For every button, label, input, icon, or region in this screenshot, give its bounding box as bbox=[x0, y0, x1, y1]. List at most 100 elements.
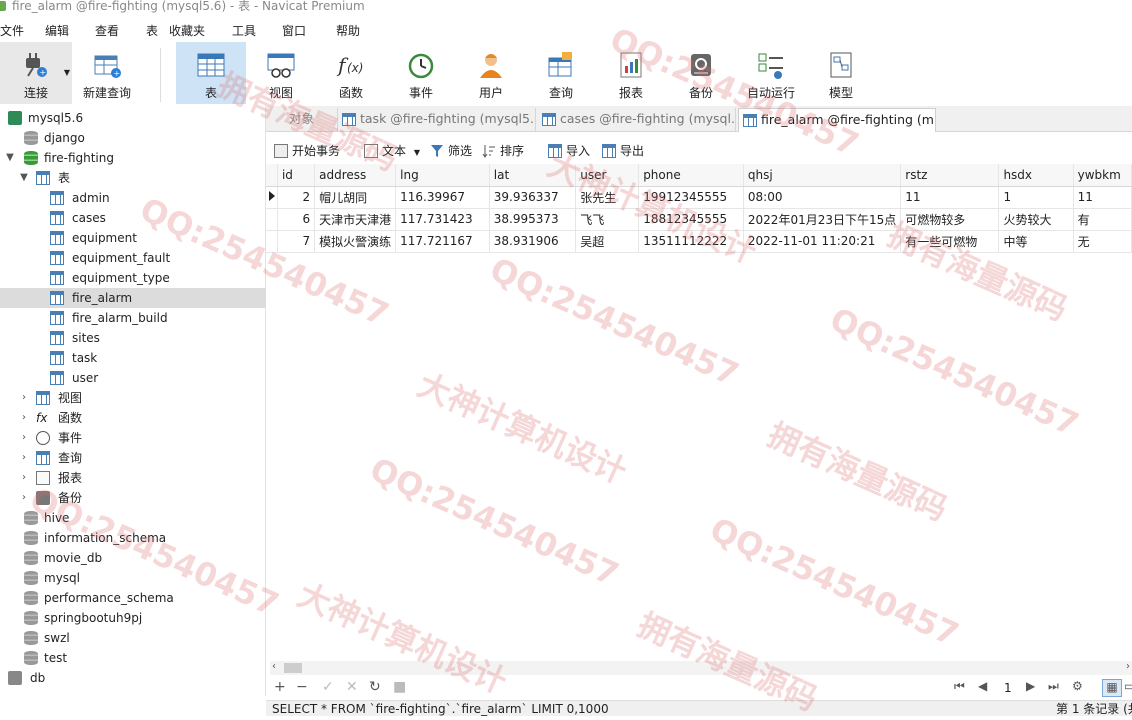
table-cell[interactable]: 有 bbox=[1073, 208, 1132, 231]
sort-button[interactable]: 排序 bbox=[480, 141, 524, 161]
tree-group-functions[interactable]: › fx 函数 bbox=[0, 408, 266, 428]
scroll-right-icon[interactable]: › bbox=[1126, 661, 1130, 672]
tree-table-item[interactable]: equipment_type bbox=[0, 268, 266, 288]
tree-table-item[interactable]: fire_alarm_build bbox=[0, 308, 266, 328]
tab-objects[interactable]: 对象 bbox=[266, 108, 338, 132]
table-row[interactable]: 7 模拟火警演练 117.721167 38.931906 吴超 1351111… bbox=[266, 230, 1132, 253]
table-cell[interactable]: 2022-11-01 11:20:21 bbox=[743, 230, 902, 253]
table-cell[interactable]: 天津市天津港 bbox=[314, 208, 397, 231]
chevron-right-icon[interactable]: › bbox=[18, 468, 30, 488]
tree-db-item[interactable]: mysql bbox=[0, 568, 266, 588]
table-cell[interactable]: 18812345555 bbox=[638, 208, 744, 231]
chevron-down-icon[interactable]: ▼ bbox=[18, 168, 30, 188]
table-cell[interactable]: 116.39967 bbox=[395, 186, 490, 209]
user-button[interactable]: 用户 bbox=[456, 42, 526, 104]
column-header[interactable]: ywbkm bbox=[1073, 164, 1132, 187]
scroll-left-icon[interactable]: ‹ bbox=[272, 661, 276, 672]
filter-button[interactable]: 筛选 bbox=[428, 141, 472, 161]
tree-group-reports[interactable]: › 报表 bbox=[0, 468, 266, 488]
column-header[interactable]: qhsj bbox=[743, 164, 902, 187]
table-cell[interactable]: 39.936337 bbox=[489, 186, 577, 209]
tree-db-item[interactable]: hive bbox=[0, 508, 266, 528]
form-view-icon[interactable]: ▭ bbox=[1124, 679, 1132, 693]
horizontal-scrollbar[interactable]: ‹ › bbox=[270, 661, 1132, 675]
scrollbar-thumb[interactable] bbox=[284, 663, 302, 673]
auto-run-button[interactable]: 自动运行 bbox=[736, 42, 806, 104]
tree-group-tables[interactable]: ▼ 表 bbox=[0, 168, 266, 188]
table-cell[interactable]: 中等 bbox=[998, 230, 1074, 253]
tree-db-django[interactable]: django bbox=[0, 128, 266, 148]
tree-table-item[interactable]: equipment_fault bbox=[0, 248, 266, 268]
table-cell[interactable]: 无 bbox=[1073, 230, 1132, 253]
chevron-down-icon[interactable]: ▼ bbox=[4, 148, 16, 168]
report-button[interactable]: 报表 bbox=[596, 42, 666, 104]
chevron-right-icon[interactable]: › bbox=[18, 428, 30, 448]
stop-icon[interactable]: ■ bbox=[393, 679, 406, 695]
table-cell[interactable]: 38.995373 bbox=[489, 208, 577, 231]
chevron-right-icon[interactable]: › bbox=[18, 408, 30, 428]
chevron-right-icon[interactable]: › bbox=[18, 448, 30, 468]
tree-table-item[interactable]: cases bbox=[0, 208, 266, 228]
new-query-button[interactable]: + 新建查询 bbox=[72, 42, 142, 104]
menu-view[interactable]: 查看 bbox=[95, 22, 119, 39]
table-cell[interactable]: 帽儿胡同 bbox=[314, 186, 397, 209]
column-header[interactable]: hsdx bbox=[998, 164, 1074, 187]
table-cell[interactable]: 117.721167 bbox=[395, 230, 490, 253]
table-cell[interactable]: 2 bbox=[277, 186, 316, 209]
function-button[interactable]: f (x) 函数 bbox=[316, 42, 386, 104]
add-record-icon[interactable]: + bbox=[274, 679, 286, 695]
tree-table-item-selected[interactable]: fire_alarm bbox=[0, 288, 266, 308]
table-cell[interactable]: 11 bbox=[900, 186, 1000, 209]
table-row[interactable]: 2 帽儿胡同 116.39967 39.936337 张先生 199123455… bbox=[266, 186, 1132, 209]
table-row[interactable]: 6 天津市天津港 117.731423 38.995373 飞飞 1881234… bbox=[266, 208, 1132, 231]
dropdown-arrow-icon[interactable]: ▼ bbox=[64, 68, 70, 77]
table-cell[interactable]: 08:00 bbox=[743, 186, 902, 209]
menu-file[interactable]: 文件 bbox=[0, 22, 24, 39]
menu-table[interactable]: 表 bbox=[146, 22, 158, 39]
backup-button[interactable]: 备份 bbox=[666, 42, 736, 104]
column-header[interactable]: phone bbox=[638, 164, 744, 187]
tree-db-item[interactable]: movie_db bbox=[0, 548, 266, 568]
next-page-icon[interactable]: ▶ bbox=[1026, 679, 1035, 693]
connect-button[interactable]: + 连接 ▼ bbox=[0, 42, 72, 104]
column-header[interactable]: id bbox=[277, 164, 316, 187]
first-page-icon[interactable]: ⏮ bbox=[954, 679, 965, 694]
view-button[interactable]: 视图 bbox=[246, 42, 316, 104]
table-cell[interactable]: 13511112222 bbox=[638, 230, 744, 253]
menu-tools[interactable]: 工具 bbox=[232, 22, 256, 39]
tree-group-backups[interactable]: › 备份 bbox=[0, 488, 266, 508]
page-number[interactable]: 1 bbox=[1004, 681, 1012, 695]
tree-db-item[interactable]: swzl bbox=[0, 628, 266, 648]
tree-table-item[interactable]: user bbox=[0, 368, 266, 388]
tree-table-item[interactable]: task bbox=[0, 348, 266, 368]
tree-group-queries[interactable]: › 查询 bbox=[0, 448, 266, 468]
apply-icon[interactable]: ✓ bbox=[322, 679, 334, 695]
tree-connection[interactable]: mysql5.6 bbox=[0, 108, 266, 128]
tree-group-views[interactable]: › 视图 bbox=[0, 388, 266, 408]
tree-table-item[interactable]: admin bbox=[0, 188, 266, 208]
event-button[interactable]: 事件 bbox=[386, 42, 456, 104]
table-cell[interactable]: 6 bbox=[277, 208, 316, 231]
grid-view-icon[interactable]: ▦ bbox=[1102, 679, 1122, 697]
table-cell[interactable]: 19912345555 bbox=[638, 186, 744, 209]
table-cell[interactable]: 火势较大 bbox=[998, 208, 1074, 231]
tree-db-item[interactable]: springbootuh9pj bbox=[0, 608, 266, 628]
table-cell[interactable]: 模拟火警演练 bbox=[314, 230, 397, 253]
table-cell[interactable]: 吴超 bbox=[575, 230, 640, 253]
tab-fire-alarm[interactable]: fire_alarm @fire-fighting (m... bbox=[738, 108, 936, 132]
column-header[interactable]: address bbox=[314, 164, 397, 187]
tree-db-item[interactable]: information_schema bbox=[0, 528, 266, 548]
tree-connection-other[interactable]: db bbox=[0, 668, 266, 688]
table-cell[interactable]: 1 bbox=[998, 186, 1074, 209]
table-cell[interactable]: 飞飞 bbox=[575, 208, 640, 231]
tree-table-item[interactable]: equipment bbox=[0, 228, 266, 248]
model-button[interactable]: 模型 bbox=[806, 42, 876, 104]
table-cell[interactable]: 有一些可燃物 bbox=[900, 230, 1000, 253]
menu-help[interactable]: 帮助 bbox=[336, 22, 360, 39]
import-button[interactable]: 导入 bbox=[546, 141, 590, 161]
column-header[interactable]: rstz bbox=[900, 164, 1000, 187]
column-header[interactable]: lat bbox=[489, 164, 577, 187]
tab-task[interactable]: task @fire-fighting (mysql5.... bbox=[338, 108, 536, 132]
previous-page-icon[interactable]: ◀ bbox=[978, 679, 987, 693]
tree-db-item[interactable]: test bbox=[0, 648, 266, 668]
